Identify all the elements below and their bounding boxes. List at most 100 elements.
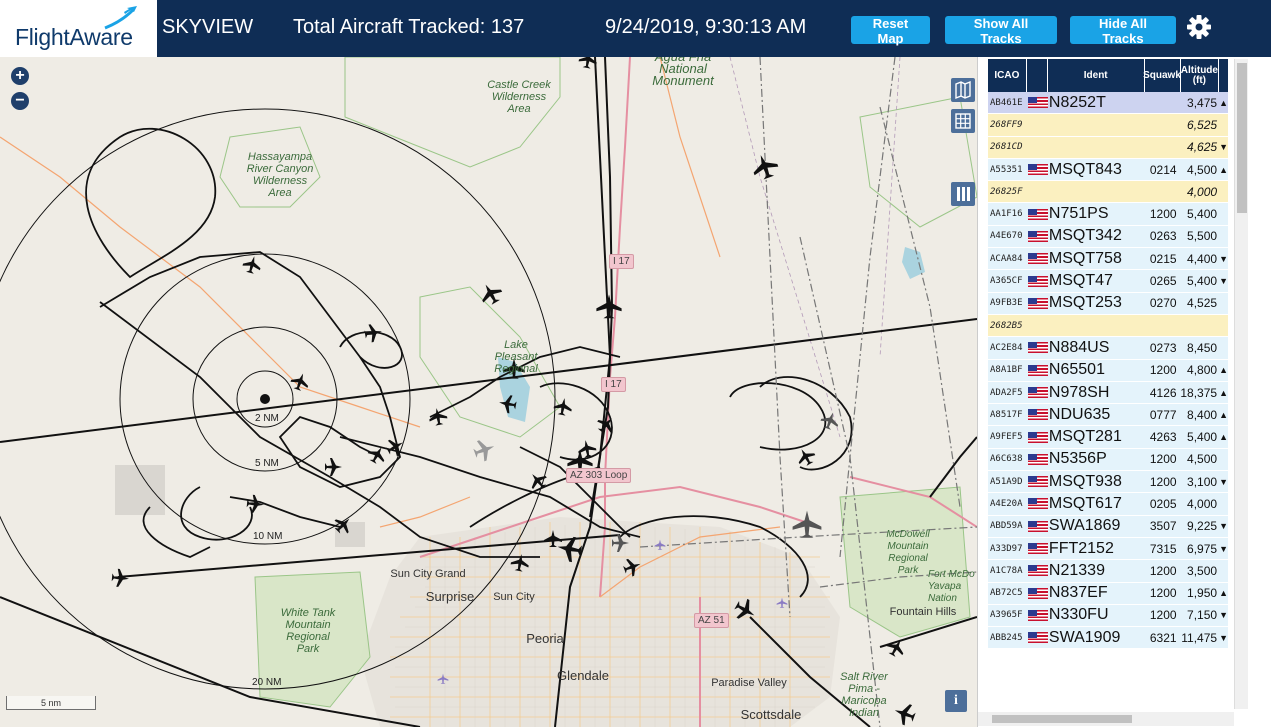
map-view[interactable]: Castle Creek Wilderness Area Agua Fria N… (0, 57, 977, 727)
grid-icon[interactable] (951, 109, 975, 133)
cell-squawk: 1200 (1149, 474, 1177, 489)
horizontal-scroll-thumb[interactable] (992, 715, 1132, 723)
col-header-squawk[interactable]: Squawk (1143, 59, 1181, 92)
table-row[interactable]: A4E670 MSQT342 0263 5,500 (988, 225, 1228, 249)
settings-gear-icon[interactable] (1186, 14, 1212, 40)
toggle-columns-icon[interactable] (951, 182, 975, 206)
info-button[interactable]: i (945, 690, 967, 712)
cell-squawk: 0205 (1149, 496, 1177, 511)
reset-map-button[interactable]: Reset Map (851, 16, 930, 46)
table-row[interactable]: ACAA84 MSQT758 0215 4,400 ▼ (988, 248, 1228, 271)
us-flag-icon (1027, 342, 1048, 354)
table-row[interactable]: A51A9D MSQT938 1200 3,100 ▼ (988, 471, 1228, 494)
cell-ident: N65501 (1048, 361, 1105, 379)
table-row[interactable]: 26825F 4,000 (988, 181, 1228, 204)
col-header-ident[interactable]: Ident (1048, 59, 1145, 92)
altitude-trend-icon: ▼ (1219, 276, 1228, 287)
table-row[interactable]: A33D97 FFT2152 7315 6,975 ▼ (988, 537, 1228, 561)
us-flag-icon (1027, 409, 1048, 421)
cell-squawk: 0265 (1149, 274, 1177, 289)
altitude-trend-icon: ▲ (1219, 97, 1228, 108)
label-glendale: Glendale (556, 668, 610, 683)
map-layer-icon[interactable] (951, 78, 975, 102)
cell-icao: 2681CD (990, 142, 1023, 153)
table-row[interactable]: A3965F N330FU 1200 7,150 ▼ (988, 604, 1228, 628)
table-row[interactable]: A8A1BF N65501 1200 4,800 ▲ (988, 359, 1228, 382)
table-row[interactable]: A9FB3E MSQT253 0270 4,525 (988, 292, 1228, 315)
table-row[interactable]: A1C78A N21339 1200 3,500 (988, 560, 1228, 583)
table-row[interactable]: ADA2F5 N978SH 4126 18,375 ▲ (988, 381, 1228, 405)
col-header-icao[interactable]: ICAO (988, 59, 1027, 92)
cell-icao: A9FB3E (990, 298, 1023, 309)
table-row[interactable]: 2681CD 4,625 ▼ (988, 136, 1228, 159)
cell-flag (1027, 520, 1049, 532)
us-flag-icon (1027, 453, 1048, 465)
col-header-flag[interactable] (1027, 59, 1048, 92)
map-canvas[interactable] (0, 57, 977, 727)
vertical-scroll-thumb[interactable] (1237, 63, 1247, 213)
table-row[interactable]: 2682B5 (988, 314, 1228, 338)
cell-icao: AA1F16 (990, 209, 1023, 220)
cell-squawk: 0270 (1149, 296, 1177, 311)
cell-squawk: 6321 (1149, 630, 1177, 645)
cell-ident: N978SH (1048, 383, 1110, 401)
cell-squawk: 0273 (1149, 340, 1177, 355)
cell-icao: A8517F (990, 409, 1023, 420)
hide-all-tracks-button[interactable]: Hide All Tracks (1070, 16, 1176, 46)
table-vertical-scrollbar[interactable] (1234, 59, 1248, 709)
cell-squawk: 1200 (1149, 452, 1177, 467)
shield-az51: AZ 51 (694, 613, 729, 628)
table-row[interactable]: AB72C5 N837EF 1200 1,950 ▲ (988, 582, 1228, 605)
us-flag-icon (1027, 565, 1048, 577)
flightaware-logo[interactable]: FlightAware (0, 0, 157, 57)
us-flag-icon (1027, 208, 1048, 220)
table-row[interactable]: ABB245 SWA1909 6321 11,475 ▼ (988, 627, 1228, 650)
table-row[interactable]: A6C638 N5356P 1200 4,500 (988, 448, 1228, 472)
cell-icao: A9FEF5 (990, 432, 1023, 443)
table-row[interactable]: ABD59A SWA1869 3507 9,225 ▼ (988, 515, 1228, 538)
altitude-trend-icon: ▲ (1219, 432, 1228, 443)
table-row[interactable]: 268FF9 6,525 (988, 114, 1228, 137)
us-flag-icon (1027, 253, 1048, 265)
cell-icao: 26825F (990, 186, 1023, 197)
cell-ident: N837EF (1048, 584, 1108, 602)
cell-squawk: 7315 (1149, 541, 1177, 556)
table-horizontal-scrollbar[interactable] (978, 712, 1234, 726)
table-row[interactable]: AC2E84 N884US 0273 8,450 (988, 337, 1228, 360)
cell-icao: AB72C5 (990, 588, 1023, 599)
table-row[interactable]: A9FEF5 MSQT281 4263 5,400 ▲ (988, 426, 1228, 449)
table-row[interactable]: A365CF MSQT47 0265 5,400 ▼ (988, 270, 1228, 293)
altitude-trend-icon: ▼ (1219, 476, 1228, 487)
cell-altitude: 7,150 (1187, 608, 1218, 623)
zoom-out-button[interactable]: − (11, 92, 29, 110)
top-bar: FlightAware SKYVIEW Total Aircraft Track… (0, 0, 1271, 57)
us-flag-icon (1027, 498, 1048, 510)
show-all-tracks-button[interactable]: Show All Tracks (945, 16, 1057, 46)
shield-loop-303: AZ 303 Loop (566, 468, 632, 483)
cell-flag (1027, 275, 1049, 287)
cell-ident: MSQT253 (1048, 294, 1122, 312)
altitude-trend-icon: ▼ (1219, 610, 1228, 621)
table-row[interactable]: AB461E N8252T 3,475 ▲ (988, 92, 1228, 115)
cell-ident: MSQT342 (1048, 227, 1122, 245)
table-row[interactable]: A8517F NDU635 0777 8,400 ▲ (988, 404, 1228, 427)
cell-ident: MSQT938 (1048, 472, 1122, 490)
cell-altitude: 8,400 (1187, 407, 1218, 422)
col-header-altitude[interactable]: Altitude (ft) (1181, 59, 1220, 92)
label-white-tank: White Tank Mountain Regional Park (280, 607, 336, 655)
cell-altitude: 4,000 (1187, 496, 1218, 511)
label-lake-pleasant: Lake Pleasant Regional (494, 339, 538, 375)
table-row[interactable]: AA1F16 N751PS 1200 5,400 (988, 203, 1228, 226)
cell-ident: N8252T (1048, 93, 1106, 111)
zoom-in-button[interactable]: + (11, 67, 29, 85)
table-row[interactable]: A55351 MSQT843 0214 4,500 ▲ (988, 158, 1228, 182)
table-row[interactable]: A4E20A MSQT617 0205 4,000 (988, 493, 1228, 516)
cell-flag (1027, 208, 1049, 220)
cell-altitude: 6,525 (1187, 117, 1218, 132)
ring-label-20nm: 20 NM (252, 677, 282, 688)
altitude-trend-icon: ▲ (1219, 387, 1228, 398)
cell-flag (1027, 609, 1049, 621)
cell-flag (1027, 364, 1049, 376)
cell-altitude: 3,100 (1187, 474, 1218, 489)
cell-icao: AB461E (990, 97, 1023, 108)
